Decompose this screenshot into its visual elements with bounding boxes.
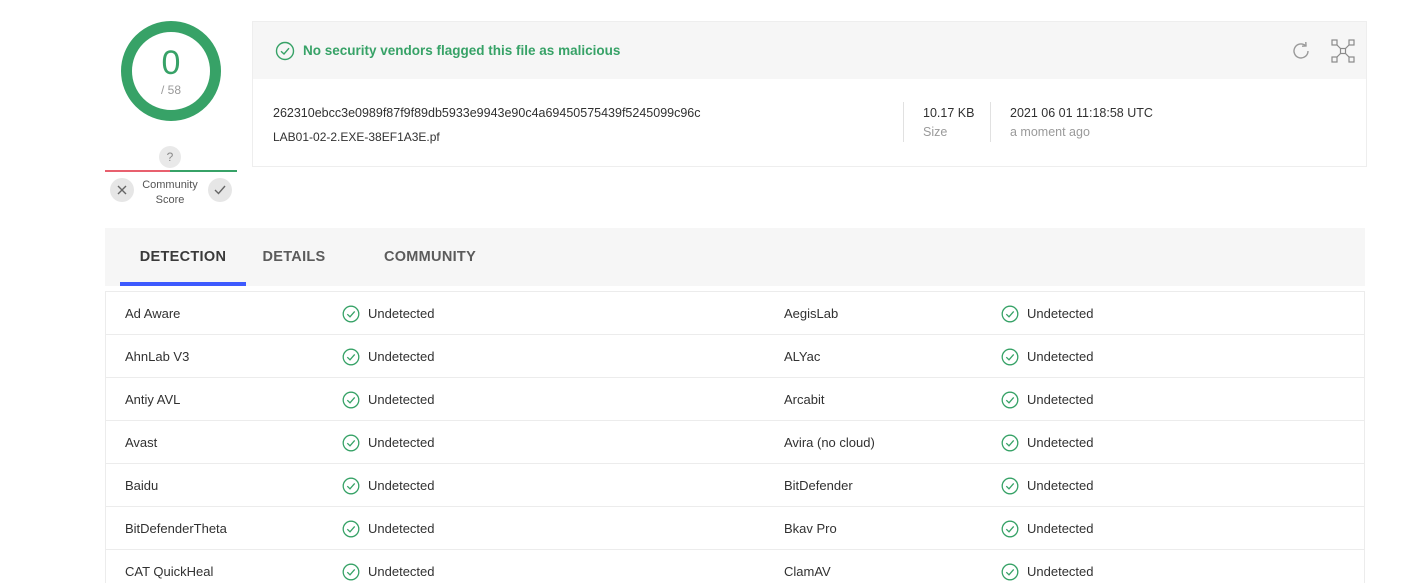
table-row: Ad Aware Undetected AegisLab Undetected <box>106 292 1364 335</box>
check-circle-icon <box>342 391 360 409</box>
refresh-icon <box>1293 41 1309 59</box>
engine-name: CAT QuickHeal <box>125 564 214 579</box>
check-circle-icon <box>342 434 360 452</box>
engine-result: Undetected <box>1001 292 1094 335</box>
check-circle-icon <box>275 41 295 61</box>
check-circle-icon <box>1001 563 1019 581</box>
table-row: Antiy AVL Undetected Arcabit Undetected <box>106 378 1364 421</box>
engine-name: Antiy AVL <box>125 392 181 407</box>
engine-result-label: Undetected <box>368 521 435 536</box>
engine-result: Undetected <box>342 550 435 583</box>
engine-name: BitDefender <box>784 478 853 493</box>
engine-result: Undetected <box>342 507 435 550</box>
engine-result-label: Undetected <box>368 564 435 579</box>
table-row: AhnLab V3 Undetected ALYac Undetected <box>106 335 1364 378</box>
engine-name: ALYac <box>784 349 821 364</box>
active-tab-indicator <box>120 282 246 286</box>
file-hash[interactable]: 262310ebcc3e0989f87f9f89db5933e9943e90c4… <box>273 106 701 120</box>
engine-result-label: Undetected <box>1027 306 1094 321</box>
graph-view-button[interactable] <box>1330 38 1356 64</box>
file-summary-card: No security vendors flagged this file as… <box>252 21 1367 167</box>
engine-result-label: Undetected <box>368 478 435 493</box>
divider <box>903 102 904 142</box>
table-row: Baidu Undetected BitDefender Undetected <box>106 464 1364 507</box>
engine-name: Arcabit <box>784 392 825 407</box>
engine-result-label: Undetected <box>1027 392 1094 407</box>
engine-result-label: Undetected <box>1027 478 1094 493</box>
engine-result: Undetected <box>1001 378 1094 421</box>
tab-detection[interactable]: DETECTION <box>120 228 246 286</box>
community-harmless-bar <box>170 170 237 172</box>
engine-result-label: Undetected <box>368 392 435 407</box>
check-circle-icon <box>342 563 360 581</box>
engine-result-label: Undetected <box>368 306 435 321</box>
analysis-date-value: 2021 06 01 11:18:58 UTC <box>1010 106 1153 120</box>
analysis-date-relative: a moment ago <box>1010 125 1090 139</box>
table-row: CAT QuickHeal Undetected ClamAV Undetected <box>106 550 1364 583</box>
check-circle-icon <box>342 348 360 366</box>
engine-total: / 58 <box>160 82 181 97</box>
verdict-status-text: No security vendors flagged this file as… <box>303 43 621 58</box>
community-score-label-line1: Community <box>142 179 198 191</box>
community-score-label: Community Score <box>140 178 200 208</box>
engine-result-label: Undetected <box>1027 435 1094 450</box>
check-circle-icon <box>1001 305 1019 323</box>
graph-icon <box>1331 39 1355 63</box>
engine-result-label: Undetected <box>368 349 435 364</box>
check-circle-icon <box>342 520 360 538</box>
check-circle-icon <box>1001 434 1019 452</box>
vote-harmless-button[interactable] <box>208 178 232 202</box>
summary-toolbar <box>1288 38 1356 64</box>
engine-result: Undetected <box>1001 507 1094 550</box>
engine-result-label: Undetected <box>1027 564 1094 579</box>
check-circle-icon <box>1001 520 1019 538</box>
engine-name: AegisLab <box>784 306 839 321</box>
check-circle-icon <box>1001 391 1019 409</box>
engine-result: Undetected <box>342 378 435 421</box>
engine-result: Undetected <box>1001 550 1094 583</box>
engine-name: Bkav Pro <box>784 521 837 536</box>
check-circle-icon <box>342 477 360 495</box>
engine-result: Undetected <box>1001 421 1094 464</box>
close-icon <box>117 185 127 195</box>
report-tabs: DETECTION DETAILS COMMUNITY <box>105 228 1365 286</box>
engine-name: Ad Aware <box>125 306 181 321</box>
detections-table: Ad Aware Undetected AegisLab Undetected AhnL… <box>105 291 1365 583</box>
engine-name: AhnLab V3 <box>125 349 190 364</box>
engine-result: Undetected <box>1001 335 1094 378</box>
engine-result: Undetected <box>1001 464 1094 507</box>
engine-result: Undetected <box>342 421 435 464</box>
engine-result-label: Undetected <box>368 435 435 450</box>
file-size-value: 10.17 KB <box>923 106 975 120</box>
file-name: LAB01-02-2.EXE-38EF1A3E.pf <box>273 130 440 144</box>
engine-name: ClamAV <box>784 564 831 579</box>
check-icon <box>214 185 226 195</box>
tab-community[interactable]: COMMUNITY <box>373 228 487 286</box>
vote-malicious-button[interactable] <box>110 178 134 202</box>
community-score-label-line2: Score <box>155 194 185 206</box>
engine-result: Undetected <box>342 464 435 507</box>
engine-result: Undetected <box>342 335 435 378</box>
table-row: Avast Undetected Avira (no cloud) Undetecte… <box>106 421 1364 464</box>
summary-header: No security vendors flagged this file as… <box>253 22 1366 79</box>
engine-result: Undetected <box>342 292 435 335</box>
engine-name: Baidu <box>125 478 159 493</box>
engine-name: BitDefenderTheta <box>125 521 227 536</box>
detection-count: 0 <box>161 43 181 82</box>
engine-result-label: Undetected <box>1027 349 1094 364</box>
divider <box>990 102 991 142</box>
check-circle-icon <box>342 305 360 323</box>
community-malicious-bar <box>105 170 170 172</box>
check-circle-icon <box>1001 348 1019 366</box>
check-circle-icon <box>1001 477 1019 495</box>
detection-score-ring: 0 / 58 <box>121 21 221 121</box>
file-size-label: Size <box>923 125 948 139</box>
table-row: BitDefenderTheta Undetected Bkav Pro Undete… <box>106 507 1364 550</box>
engine-result-label: Undetected <box>1027 521 1094 536</box>
engine-name: Avast <box>125 435 158 450</box>
tab-details[interactable]: DETAILS <box>255 228 333 286</box>
engine-name: Avira (no cloud) <box>784 435 875 450</box>
reanalyze-button[interactable] <box>1288 38 1314 64</box>
community-unknown-badge: ? <box>159 146 181 168</box>
